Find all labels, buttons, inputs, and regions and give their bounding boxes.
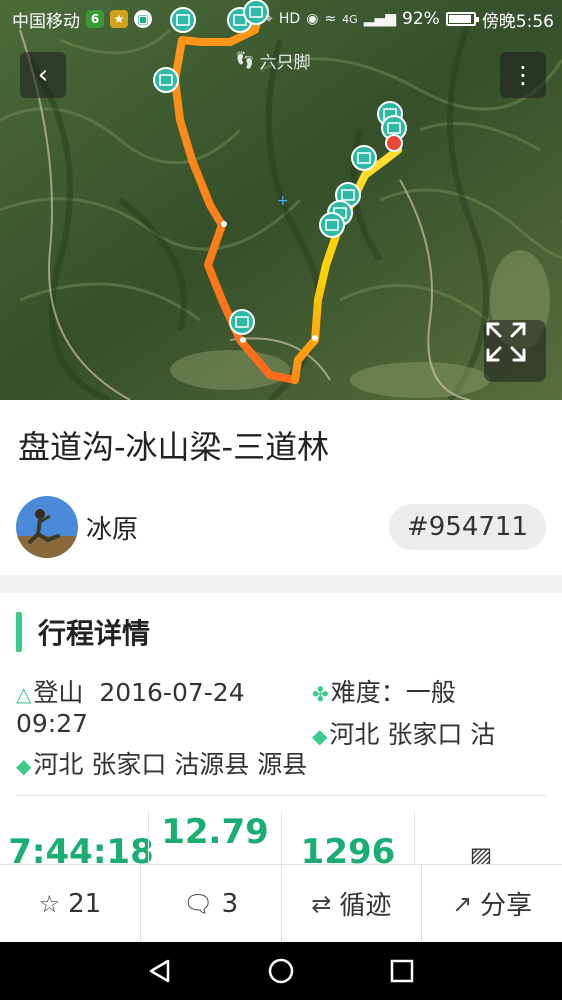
author-profile[interactable]: 冰原 (16, 496, 138, 558)
follow-track-button[interactable]: ⇄ 循迹 (282, 865, 423, 942)
section-accent-bar (16, 612, 22, 652)
nav-back-icon[interactable] (146, 957, 174, 985)
trip-title: 盘道沟-冰山梁-三道林 (18, 428, 330, 466)
trip-date: △登山 2016-07-24 09:27 (16, 678, 306, 739)
photo-notification-icon: ▣ (134, 10, 152, 28)
signal-icon: ▂▄▆ (363, 11, 397, 27)
follow-label: 循迹 (339, 891, 392, 921)
favorite-button[interactable]: ☆ 21 (0, 865, 141, 942)
wifi-icon: ≈ (324, 11, 337, 27)
difficulty-value: 一般 (405, 678, 456, 707)
start-pin-icon: ◆ (16, 754, 32, 778)
mountain-icon: △ (16, 682, 32, 706)
star-notification-icon: ★ (110, 10, 128, 28)
battery-percent: 92% (402, 9, 440, 29)
app-notification-icon: 6 (86, 10, 104, 28)
start-location: ◆河北 张家口 沽源县 源县 (16, 750, 307, 781)
time-value: 09:27 (16, 709, 89, 738)
date-value: 2016-07-24 (99, 678, 245, 707)
start-location-text: 河北 张家口 沽源县 源县 (33, 750, 308, 779)
details-header: 行程详情 (16, 610, 150, 654)
stat-separator (148, 812, 149, 868)
end-point-icon (385, 134, 403, 152)
footprint-icon: 👣︎ (234, 50, 256, 71)
difficulty-label: 难度： (330, 678, 406, 707)
chart-icon[interactable]: ▨ (416, 812, 546, 870)
date-label: 登山 (33, 678, 84, 707)
system-nav-bar (0, 942, 562, 1000)
expand-icon (486, 322, 526, 362)
back-arrow-icon: ‹ (37, 60, 49, 90)
stat-duration: 7:44:18 (8, 832, 154, 872)
end-location-text: 河北 张家口 沽 (329, 720, 496, 749)
clock: 傍晚5:56 (481, 11, 554, 32)
comment-count: 3 (221, 888, 239, 919)
share-icon: ↗ (452, 889, 473, 918)
share-label: 分享 (480, 891, 533, 921)
battery-icon (445, 12, 479, 26)
back-button[interactable]: ‹ (20, 52, 66, 98)
author-name[interactable]: 冰原 (86, 509, 138, 546)
watermark-text: 六只脚 (259, 53, 311, 73)
stat-distance: 12.79 (161, 812, 269, 852)
status-bar: 中国移动 6 ★ ▣ ⌖ HD ◉ ≈ 4G ▂▄▆ 92% 傍晚5:56 (0, 0, 562, 38)
track-icon: ⇄ (311, 889, 332, 918)
favorite-count: 21 (68, 888, 102, 919)
trip-difficulty: ✤难度：一般 (312, 678, 456, 709)
network-type-label: 4G (342, 12, 358, 26)
eye-icon: ◉ (306, 11, 319, 27)
action-bar: ☆ 21 🗨︎ 3 ⇄ 循迹 ↗ 分享 (0, 864, 562, 942)
nav-home-icon[interactable] (267, 957, 295, 985)
expand-map-button[interactable] (484, 320, 546, 382)
route-map[interactable]: + 👣︎ 六只脚 ‹ ⋮ (0, 0, 562, 400)
end-location: ◆河北 张家口 沽 (312, 720, 552, 751)
comment-button[interactable]: 🗨︎ 3 (141, 865, 282, 942)
section-divider (0, 575, 562, 593)
trip-id-badge: #954711 (388, 504, 546, 550)
carrier-label: 中国移动 (12, 11, 80, 32)
author-row: 冰原 #954711 (16, 495, 546, 559)
map-watermark: 👣︎ 六只脚 (234, 48, 311, 74)
comment-icon: 🗨︎ (183, 889, 214, 918)
share-button[interactable]: ↗ 分享 (422, 865, 562, 942)
hd-icon: HD (278, 11, 301, 27)
section-title: 行程详情 (38, 617, 151, 650)
puzzle-icon: ✤ (312, 682, 329, 706)
more-vertical-icon: ⋮ (511, 61, 535, 89)
nav-recents-icon[interactable] (388, 957, 416, 985)
star-icon: ☆ (38, 889, 61, 918)
location-icon: ⌖ (265, 11, 273, 27)
details-divider (16, 795, 546, 796)
stat-elevation: 1296 (300, 832, 396, 872)
stat-separator (281, 812, 282, 868)
avatar[interactable] (16, 496, 78, 558)
stat-separator (414, 812, 415, 868)
end-pin-icon: ◆ (312, 724, 328, 748)
more-button[interactable]: ⋮ (500, 52, 546, 98)
svg-text:+: + (277, 193, 289, 209)
